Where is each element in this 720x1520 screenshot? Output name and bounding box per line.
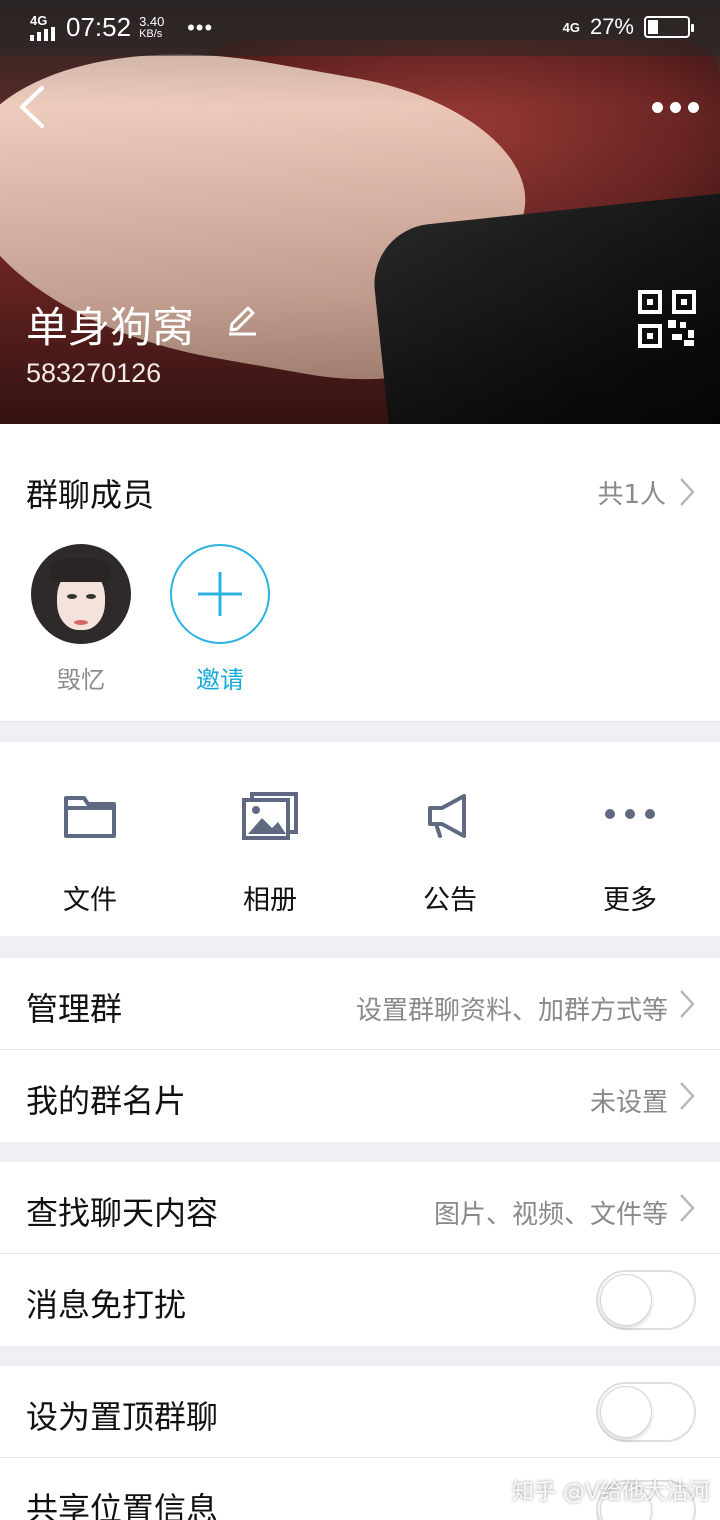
speed-value: 3.40 [139, 13, 165, 29]
invite-label: 邀请 [196, 666, 244, 694]
avatar-eye [67, 594, 77, 599]
row-value: 未设置 [589, 1088, 668, 1118]
invite-button[interactable] [170, 544, 270, 644]
row-value: 图片、视频、文件等 [433, 1200, 668, 1230]
search-chat-row[interactable]: 查找聊天内容 图片、视频、文件等 [0, 1162, 720, 1254]
back-button[interactable] [14, 82, 54, 132]
avatar-eye [86, 594, 96, 599]
divider [0, 721, 720, 722]
pin-chat-row: 设为置顶群聊 [0, 1366, 720, 1458]
more-options-button[interactable] [652, 92, 702, 122]
row-title: 消息免打扰 [26, 1286, 187, 1324]
more-dot-icon [688, 101, 699, 113]
member-name: 毁忆 [57, 666, 105, 694]
members-section: 群聊成员 共1人 毁忆 邀请 [0, 424, 720, 722]
toggle-knob [600, 1274, 652, 1326]
more-dot-icon [652, 101, 663, 113]
speed-unit: KB/s [139, 27, 163, 40]
notification-dots: ••• [187, 14, 214, 40]
network-type-right: 4G [562, 19, 580, 35]
battery-percent: 27% [589, 14, 634, 39]
plus-icon [198, 572, 242, 616]
avatar[interactable] [31, 544, 131, 644]
megaphone-icon [428, 794, 466, 838]
row-title: 共享位置信息 [26, 1490, 219, 1520]
tool-label: 公告 [423, 885, 477, 916]
signal-bars-icon [30, 27, 55, 41]
network-speed: 3.40 KB/s [139, 13, 179, 40]
mute-notifications-row: 消息免打扰 [0, 1254, 720, 1346]
tool-label: 更多 [603, 885, 657, 916]
folder-icon [64, 796, 116, 838]
group-id: 583270126 [26, 358, 162, 388]
battery-icon [644, 16, 694, 38]
members-title: 群聊成员 [26, 476, 155, 514]
my-group-card-row[interactable]: 我的群名片 未设置 [0, 1050, 720, 1142]
tool-announcement[interactable]: 公告 [360, 742, 540, 936]
toggle-knob [600, 1386, 652, 1438]
row-title: 查找聊天内容 [26, 1194, 219, 1232]
chevron-right-icon [680, 1082, 695, 1110]
edit-name-button[interactable] [226, 300, 258, 336]
pin-toggle[interactable] [596, 1382, 696, 1442]
chevron-right-icon [680, 1194, 695, 1222]
tool-files[interactable]: 文件 [0, 742, 180, 936]
row-value: 设置群聊资料、加群方式等 [355, 996, 668, 1026]
mute-toggle[interactable] [596, 1270, 696, 1330]
row-title: 管理群 [26, 990, 123, 1028]
qr-code-button[interactable] [638, 290, 696, 348]
pencil-icon [229, 306, 256, 336]
signal-indicator: 4G [30, 14, 58, 41]
tool-album[interactable]: 相册 [180, 742, 360, 936]
avatar-lip [74, 620, 88, 625]
row-title: 设为置顶群聊 [26, 1398, 219, 1436]
group-tools: 文件 相册 公告 更多 [0, 742, 720, 936]
manage-group-row[interactable]: 管理群 设置群聊资料、加群方式等 [0, 958, 720, 1050]
watermark: 知乎 @V给他大沽河 [512, 1480, 711, 1505]
clock: 07:52 [66, 12, 132, 42]
avatar-hair [51, 558, 111, 582]
row-title: 我的群名片 [26, 1082, 187, 1120]
more-dots-icon [605, 809, 655, 819]
chevron-right-icon [680, 990, 695, 1018]
battery-fill [648, 20, 658, 34]
members-count-link[interactable]: 共1人 [597, 474, 666, 511]
chevron-right-icon [680, 478, 695, 506]
photo-album-icon [242, 792, 298, 840]
tool-more[interactable]: 更多 [540, 742, 720, 936]
group-name: 单身狗窝 [26, 303, 195, 352]
tool-label: 文件 [63, 885, 117, 916]
network-type: 4G [30, 13, 48, 28]
qr-code-icon [638, 290, 696, 348]
more-dot-icon [670, 101, 681, 113]
tool-label: 相册 [243, 885, 297, 916]
status-bar: 4G 07:52 3.40 KB/s ••• 4G 27% [0, 0, 720, 56]
back-arrow-icon [20, 86, 44, 128]
